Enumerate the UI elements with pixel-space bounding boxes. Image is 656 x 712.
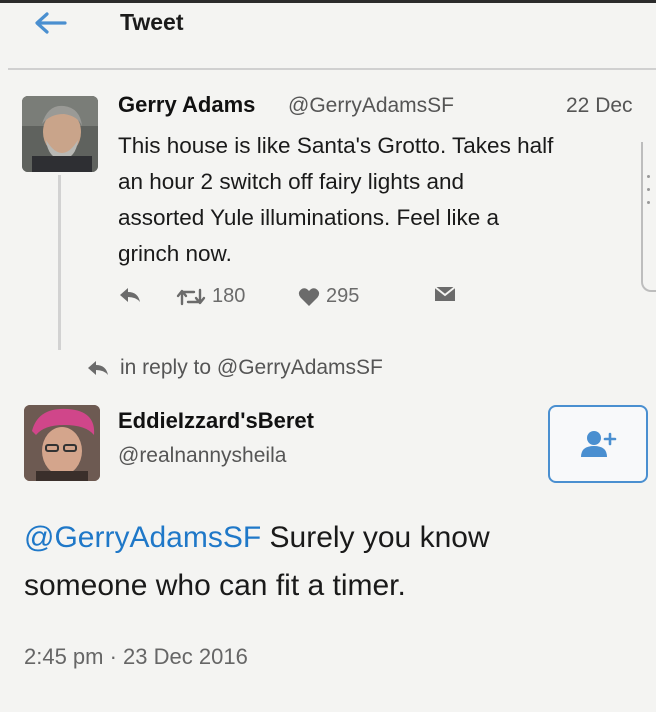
author-name[interactable]: Gerry Adams [118, 92, 255, 118]
avatar-image [24, 405, 100, 481]
avatar-gerry-adams[interactable] [22, 96, 98, 172]
more-options-icon[interactable] [647, 175, 651, 214]
tweet-text-line: This house is like Santa's Grotto. Takes… [118, 133, 554, 158]
tweet-date[interactable]: 22 Dec [566, 94, 656, 118]
reply-button[interactable] [118, 285, 142, 305]
in-reply-to[interactable]: in reply to @GerryAdamsSF [86, 356, 383, 380]
avatar-image [22, 96, 98, 172]
tweet-text-line: assorted Yule illuminations. Feel like a [118, 205, 500, 230]
reply-timestamp: 2:45 pm · 23 Dec 2016 [24, 644, 248, 669]
like-count: 295 [326, 285, 360, 307]
reply-text: @GerryAdamsSF Surely you know someone wh… [24, 514, 644, 610]
follow-user-icon [581, 431, 617, 457]
thread-connector-line [58, 175, 61, 350]
reply-text-fragment: Surely you know [261, 521, 490, 554]
direct-message-icon [434, 286, 456, 301]
follow-button[interactable] [548, 405, 648, 483]
mention-link[interactable]: @GerryAdamsSF [24, 521, 261, 554]
back-arrow-icon [35, 12, 67, 34]
side-panel-edge [641, 142, 656, 292]
header-bar: Tweet [0, 3, 656, 63]
reply-text-line: @GerryAdamsSF Surely you know [24, 514, 644, 562]
header-divider [8, 68, 656, 70]
in-reply-to-text: in reply to @GerryAdamsSF [120, 356, 383, 379]
retweet-count: 180 [212, 285, 246, 307]
reply-author-handle[interactable]: @realnannysheila [118, 444, 286, 468]
heart-icon [298, 287, 320, 306]
reply-text-line: someone who can fit a timer. [24, 569, 406, 602]
avatar-eddie[interactable] [24, 405, 100, 481]
reply-icon [88, 361, 108, 375]
page-title: Tweet [120, 9, 184, 35]
retweet-button[interactable]: 180 [176, 285, 245, 308]
retweet-icon [176, 288, 206, 305]
reply-author-name[interactable]: EddieIzzard'sBeret [118, 408, 314, 434]
like-button[interactable]: 295 [298, 285, 359, 308]
tweet-text-line: an hour 2 switch off fairy lights and [118, 169, 465, 194]
direct-message-button[interactable] [434, 285, 456, 303]
back-button[interactable] [30, 9, 70, 37]
author-handle[interactable]: @GerryAdamsSF [288, 94, 454, 118]
tweet-text-line: grinch now. [118, 241, 232, 266]
tweet-text: This house is like Santa's Grotto. Takes… [118, 128, 652, 272]
reply-icon [120, 288, 140, 302]
